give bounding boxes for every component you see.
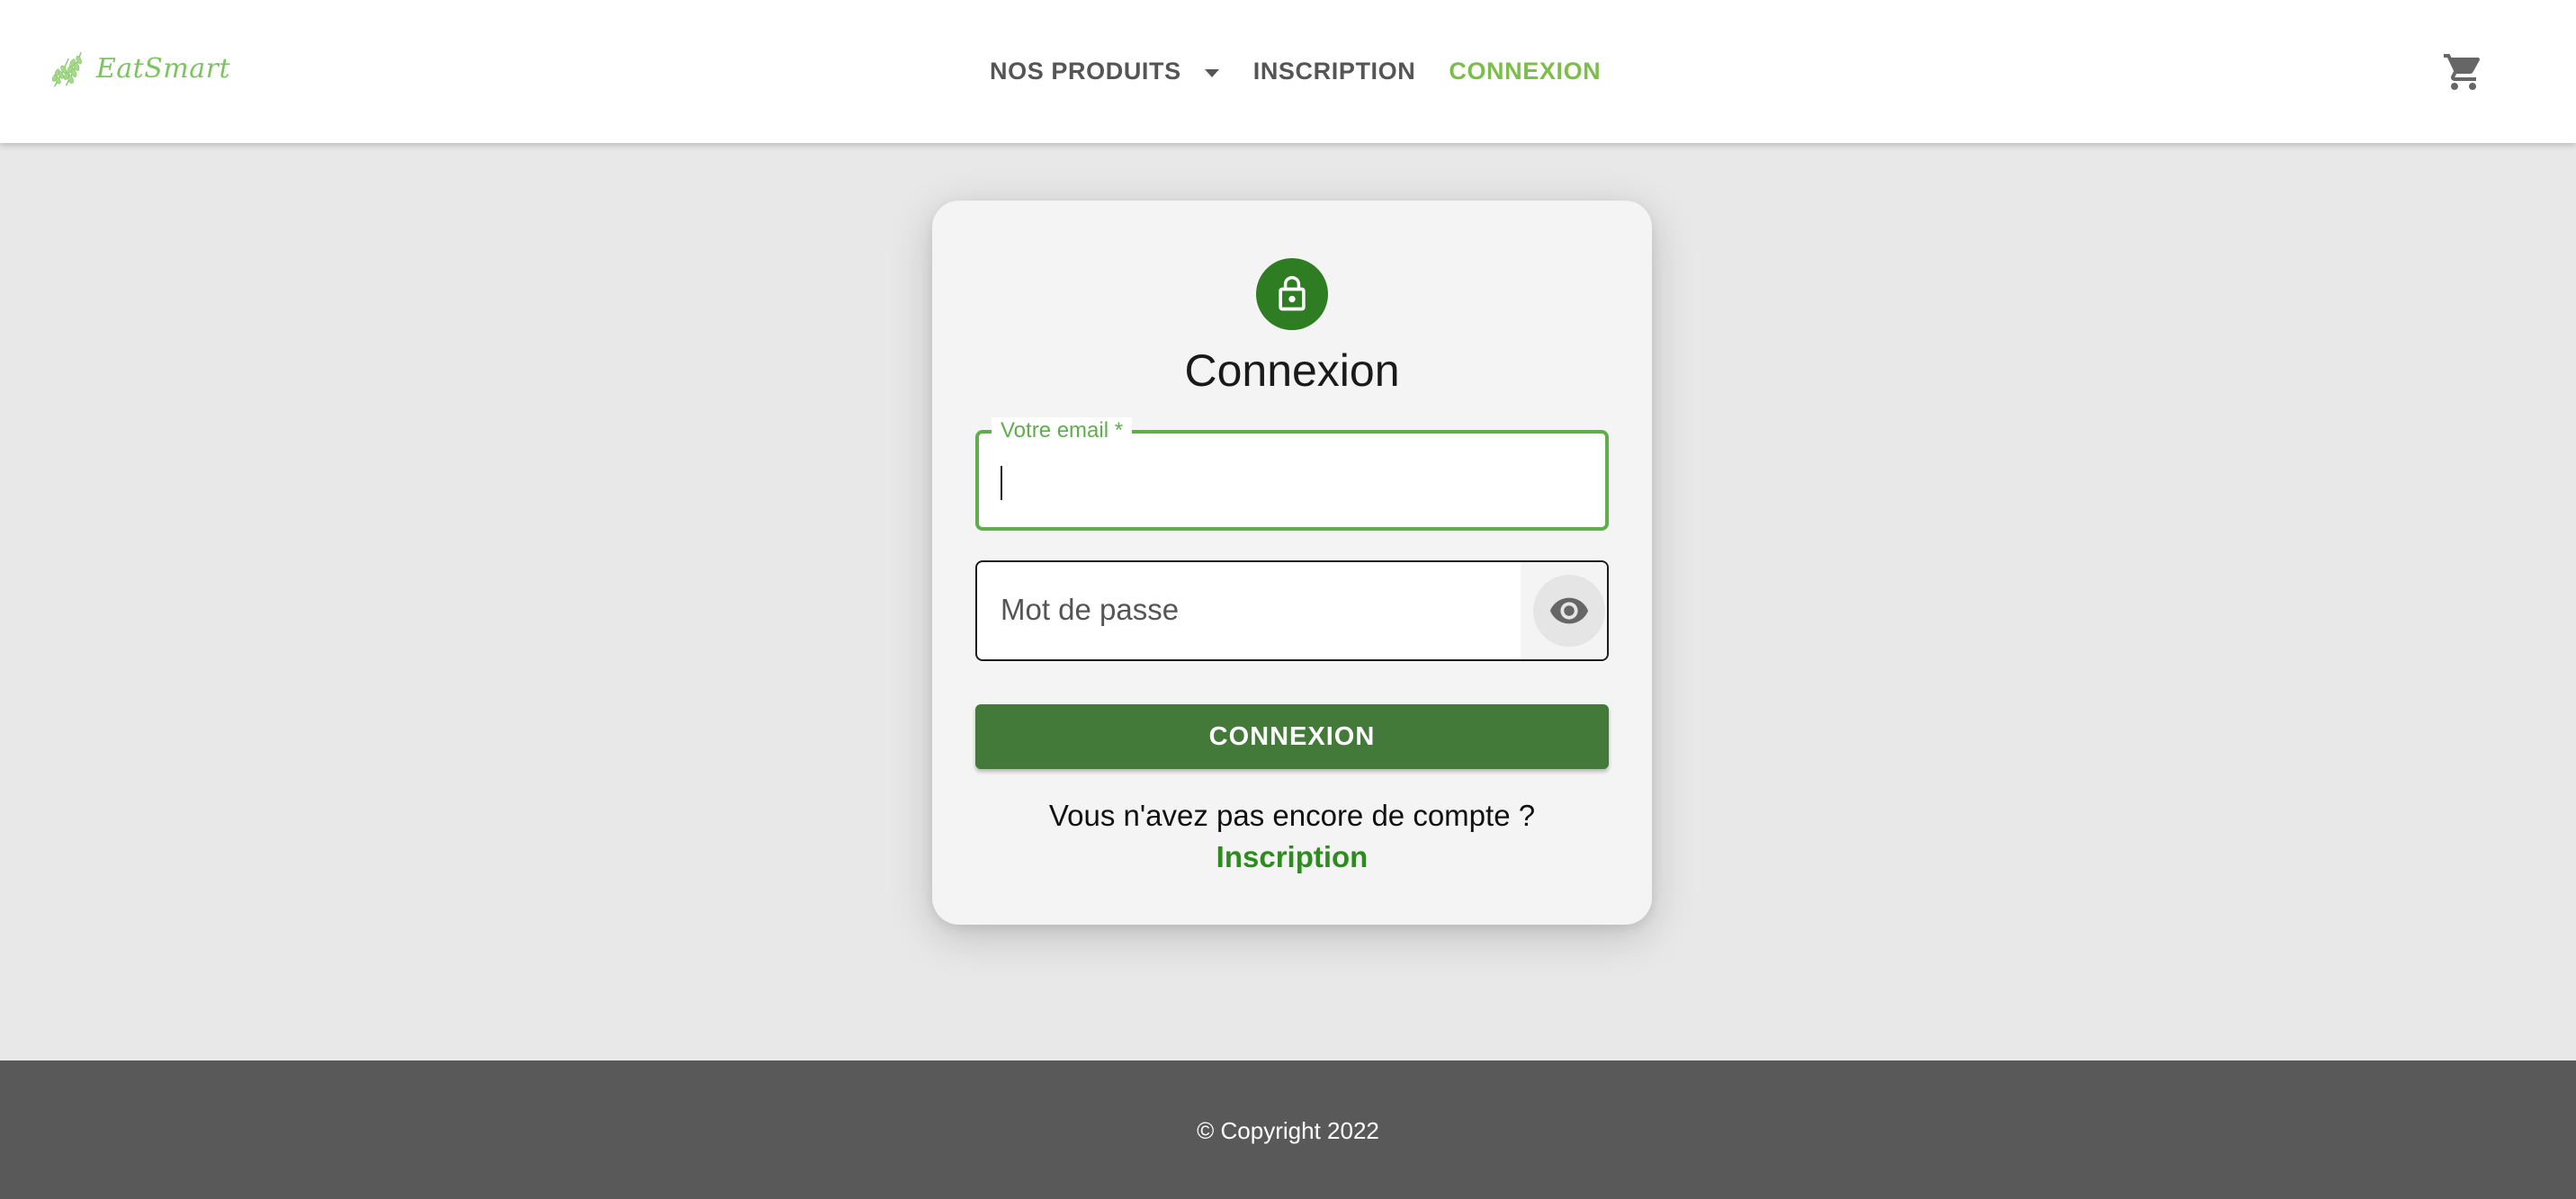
signup-link[interactable]: Inscription — [932, 840, 1652, 874]
signup-prompt: Vous n'avez pas encore de compte ? — [1048, 799, 1536, 832]
email-field-label: Votre email * — [992, 417, 1133, 444]
nav-item-nos-produits[interactable]: NOS PRODUITS — [990, 58, 1219, 85]
nav-item-label: NOS PRODUITS — [990, 58, 1181, 85]
logo-text: EatSmart — [95, 52, 230, 85]
copyright-text: © Copyright 2022 — [1197, 1117, 1379, 1144]
eye-icon — [1549, 597, 1589, 624]
wheat-logo-icon — [52, 51, 82, 87]
app-header: EatSmart NOS PRODUITS INSCRIPTION CONNEX… — [0, 0, 2576, 143]
login-card: Connexion Votre email * Mot de passe CON… — [932, 201, 1652, 925]
connexion-submit-button[interactable]: CONNEXION — [975, 704, 1609, 769]
lock-icon — [1256, 258, 1328, 330]
password-field[interactable]: Mot de passe — [975, 560, 1609, 661]
nav-item-inscription[interactable]: INSCRIPTION — [1253, 58, 1416, 85]
nav-item-label: CONNEXION — [1449, 58, 1602, 85]
app-footer: © Copyright 2022 — [0, 1060, 2576, 1199]
text-cursor — [1001, 466, 1002, 500]
toggle-password-visibility-button[interactable] — [1533, 575, 1605, 647]
shopping-cart-icon[interactable] — [2442, 50, 2485, 94]
email-field[interactable]: Votre email * — [975, 417, 1609, 531]
nav-item-label: INSCRIPTION — [1252, 58, 1416, 85]
page-title: Connexion — [1184, 345, 1400, 396]
password-placeholder: Mot de passe — [1001, 593, 1180, 626]
nav-item-connexion[interactable]: CONNEXION — [1449, 58, 1601, 85]
eatsmart-logo[interactable]: EatSmart — [50, 34, 230, 103]
password-adornment — [1521, 562, 1607, 659]
caret-down-icon — [1204, 68, 1219, 77]
main-nav: NOS PRODUITS INSCRIPTION CONNEXION — [990, 0, 1601, 143]
